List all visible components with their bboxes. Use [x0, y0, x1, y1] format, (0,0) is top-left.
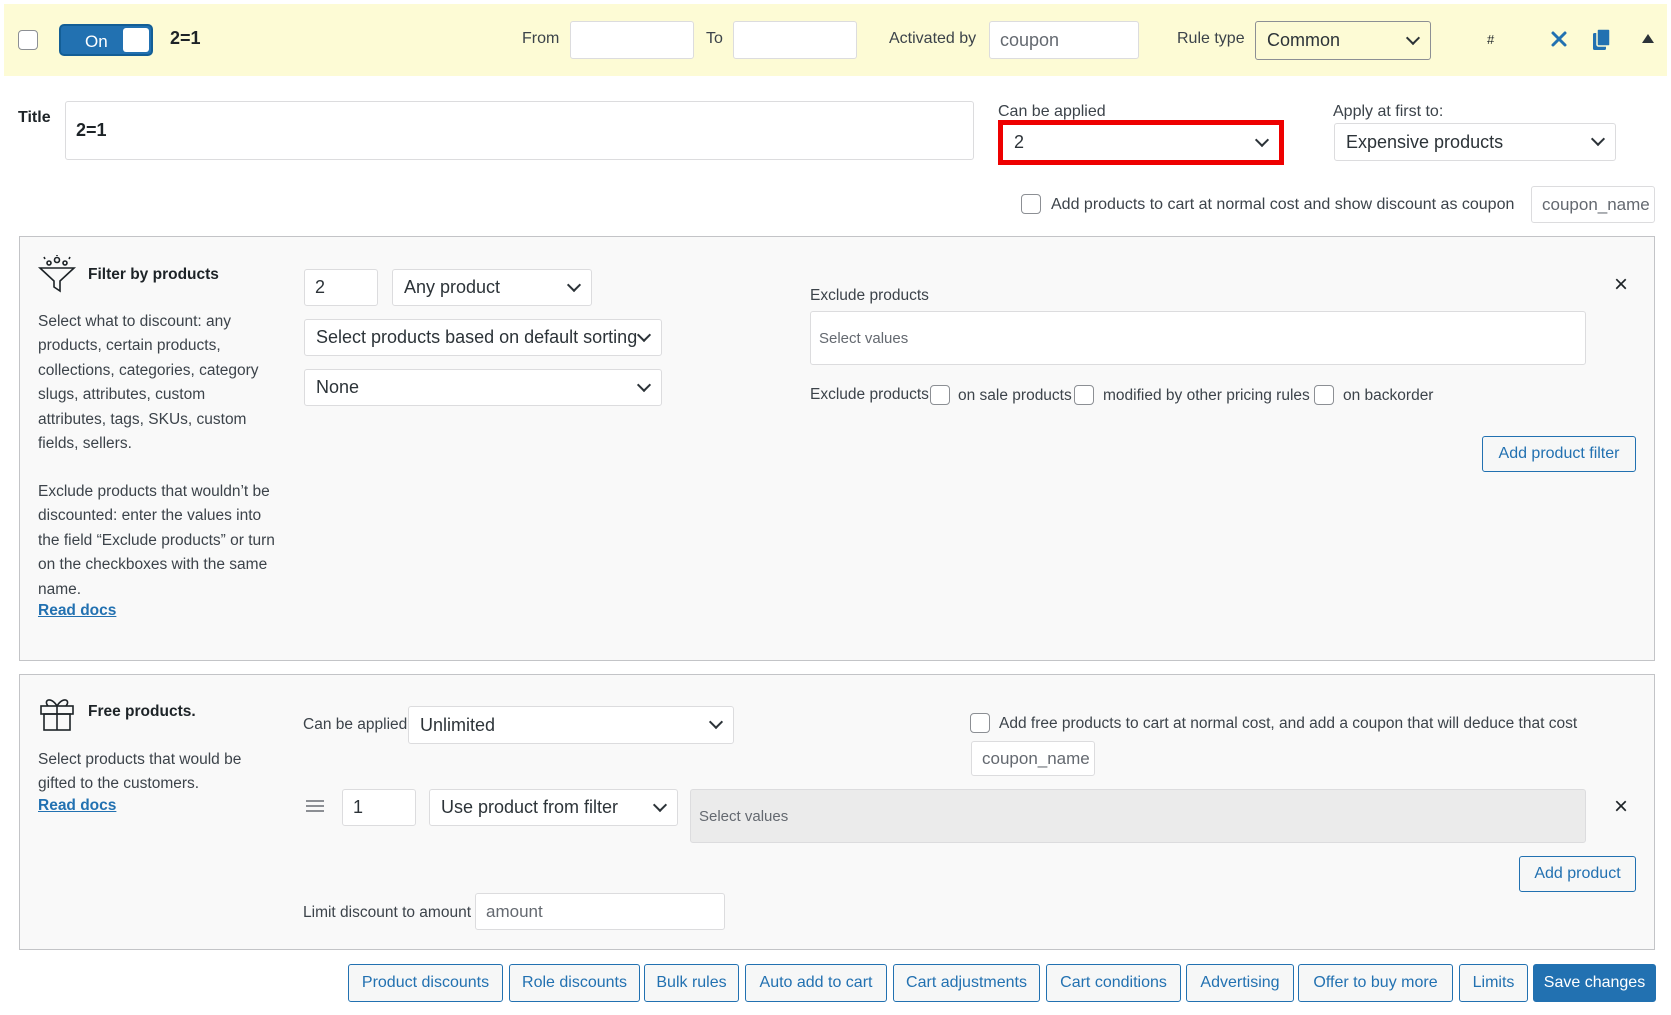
rule-enabled-toggle[interactable]: On: [59, 24, 153, 56]
can-be-applied-value: 2: [1014, 132, 1025, 152]
on-sale-label: on sale products: [958, 387, 1072, 404]
funnel-icon: [37, 254, 77, 294]
free-values-input[interactable]: Select values: [690, 789, 1586, 843]
toggle-label: On: [85, 32, 108, 51]
free-cost-label: Add free products to cart at normal cost…: [999, 715, 1578, 732]
title-label: Title: [18, 109, 51, 126]
filter-description-1: Select what to discount: any products, c…: [38, 313, 259, 453]
from-date-input[interactable]: [570, 21, 694, 59]
chevron-down-icon: [1590, 131, 1606, 147]
to-date-input[interactable]: [733, 21, 857, 59]
advertising-button[interactable]: Advertising: [1186, 964, 1294, 1002]
free-heading: Free products.: [88, 703, 196, 720]
toggle-knob: [123, 28, 149, 52]
free-read-docs-link[interactable]: Read docs: [38, 797, 116, 815]
free-can-be-applied-label: Can be applied: [303, 716, 408, 733]
exclude-checks-label: Exclude products: [810, 386, 929, 403]
on-sale-checkbox[interactable]: [930, 385, 950, 405]
free-cost-checkbox[interactable]: [970, 713, 990, 733]
bulk-rules-button[interactable]: Bulk rules: [644, 964, 739, 1002]
modified-checkbox[interactable]: [1074, 385, 1094, 405]
secondary-value: None: [316, 377, 360, 397]
hash-icon[interactable]: #: [1487, 32, 1494, 47]
can-be-applied-select[interactable]: 2: [1003, 125, 1279, 160]
free-description: Select products that would be gifted to …: [38, 751, 242, 793]
backorder-checkbox[interactable]: [1314, 385, 1334, 405]
filter-qty-input[interactable]: 2: [304, 269, 378, 306]
apply-first-value: Expensive products: [1346, 131, 1504, 152]
gift-icon: [37, 692, 77, 732]
collapse-arrow-icon[interactable]: [1642, 34, 1654, 43]
modified-label: modified by other pricing rules: [1103, 387, 1310, 404]
limits-button[interactable]: Limits: [1459, 964, 1528, 1002]
sorting-select[interactable]: Select products based on default sorting: [304, 319, 662, 356]
activated-by-label: Activated by: [889, 30, 977, 47]
can-be-applied-label: Can be applied: [998, 103, 1106, 120]
filter-read-docs-link[interactable]: Read docs: [38, 602, 116, 620]
coupon-name-input[interactable]: coupon_name: [1531, 186, 1655, 223]
from-label: From: [522, 30, 560, 47]
add-product-button[interactable]: Add product: [1519, 856, 1636, 892]
backorder-label: on backorder: [1343, 387, 1434, 404]
coupon-discount-label: Add products to cart at normal cost and …: [1051, 196, 1515, 213]
drag-handle-icon[interactable]: [306, 799, 324, 813]
rule-type-label: Rule type: [1177, 30, 1245, 47]
cart-conditions-button[interactable]: Cart conditions: [1046, 964, 1181, 1002]
product-type-select[interactable]: Any product: [392, 269, 592, 306]
rule-select-checkbox[interactable]: [18, 30, 38, 50]
secondary-select[interactable]: None: [304, 369, 662, 406]
copy-rule-icon[interactable]: [1592, 28, 1612, 52]
remove-free-product-icon[interactable]: ×: [1614, 795, 1628, 819]
filter-heading: Filter by products: [88, 266, 219, 283]
chevron-down-icon: [1405, 30, 1421, 45]
product-source-value: Use product from filter: [441, 797, 619, 817]
rule-type-select[interactable]: Common: [1255, 21, 1431, 60]
exclude-products-label: Exclude products: [810, 287, 929, 304]
chevron-down-icon: [652, 797, 668, 812]
limit-label: Limit discount to amount: [303, 904, 472, 921]
product-type-value: Any product: [404, 277, 501, 297]
offer-to-buy-more-button[interactable]: Offer to buy more: [1298, 964, 1453, 1002]
activated-by-input[interactable]: coupon: [989, 21, 1139, 59]
exclude-products-input[interactable]: Select values: [810, 311, 1586, 365]
free-can-be-applied-select[interactable]: Unlimited: [408, 706, 734, 744]
apply-first-label: Apply at first to:: [1333, 103, 1444, 120]
limit-amount-input[interactable]: amount: [475, 893, 725, 930]
auto-add-to-cart-button[interactable]: Auto add to cart: [745, 964, 887, 1002]
title-input[interactable]: 2=1: [65, 101, 974, 160]
cart-adjustments-button[interactable]: Cart adjustments: [893, 964, 1040, 1002]
chevron-down-icon: [1254, 132, 1270, 147]
filter-description-2: Exclude products that wouldn’t be discou…: [38, 483, 275, 598]
chevron-down-icon: [708, 714, 724, 730]
role-discounts-button[interactable]: Role discounts: [509, 964, 640, 1002]
sorting-value: Select products based on default sorting: [316, 327, 638, 347]
save-changes-button[interactable]: Save changes: [1533, 964, 1656, 1002]
rule-name: 2=1: [170, 28, 201, 48]
delete-rule-icon[interactable]: [1548, 28, 1570, 50]
free-coupon-name-input[interactable]: coupon_name: [971, 741, 1095, 776]
chevron-down-icon: [636, 327, 652, 342]
add-product-filter-button[interactable]: Add product filter: [1482, 436, 1636, 472]
product-discounts-button[interactable]: Product discounts: [348, 964, 503, 1002]
free-can-be-applied-value: Unlimited: [420, 714, 496, 735]
chevron-down-icon: [636, 377, 652, 392]
rule-type-value: Common: [1267, 30, 1341, 50]
to-label: To: [706, 30, 723, 47]
product-source-select[interactable]: Use product from filter: [429, 789, 678, 826]
coupon-discount-checkbox[interactable]: [1021, 194, 1041, 214]
apply-first-select[interactable]: Expensive products: [1334, 123, 1616, 161]
remove-filter-icon[interactable]: ×: [1614, 273, 1628, 297]
free-qty-input[interactable]: 1: [342, 789, 416, 826]
chevron-down-icon: [566, 277, 582, 292]
